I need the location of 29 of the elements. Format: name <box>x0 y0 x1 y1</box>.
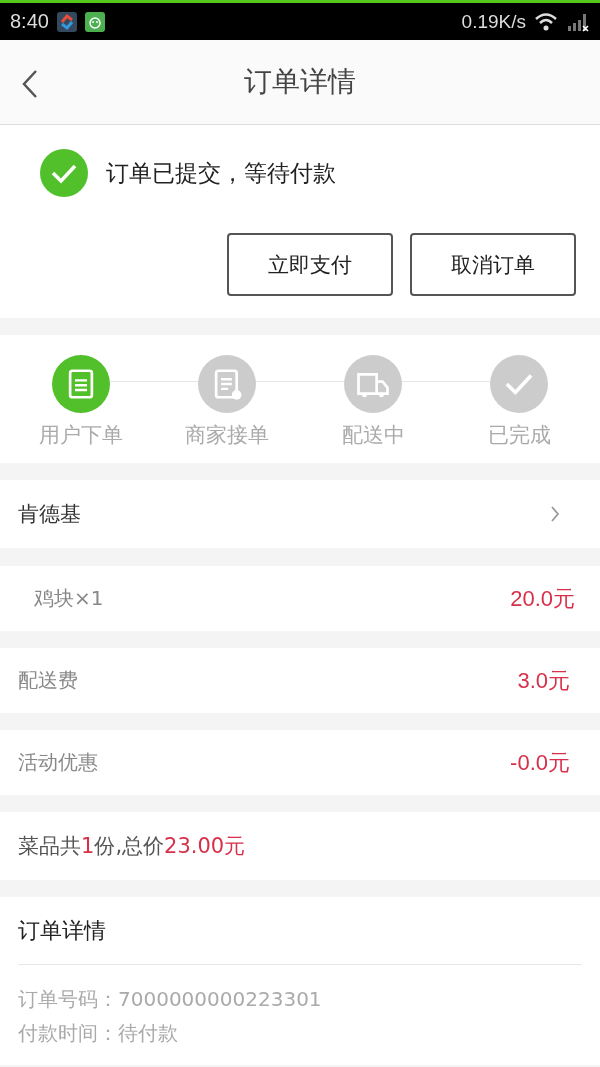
price-amount: -0.0元 <box>510 748 570 777</box>
action-button[interactable]: 取消订单 <box>410 233 576 296</box>
step-label: 商家接单 <box>185 422 269 449</box>
wifi-icon <box>534 11 558 32</box>
step-label: 已完成 <box>487 422 551 449</box>
item-name: 鸡块×1 <box>34 585 104 612</box>
network-speed: 0.19K/s <box>461 10 526 33</box>
signal-icon <box>566 11 590 32</box>
step-label: 用户下单 <box>39 422 123 449</box>
detail-line: 付款时间：待付款 <box>18 1020 179 1047</box>
section-title: 订单详情 <box>18 897 582 965</box>
order-total: 菜品共1份,总价23.00元 <box>18 833 246 860</box>
check-circle-icon <box>40 149 88 197</box>
detail-line: 订单号码：7000000000223301 <box>18 986 323 1013</box>
shop-name: 肯德基 <box>18 501 81 528</box>
android-icon <box>84 11 105 32</box>
back-icon <box>22 69 38 99</box>
status-message: 订单已提交，等待付款 <box>106 158 336 188</box>
step-label: 配送中 <box>341 422 405 449</box>
price-amount: 20.0元 <box>510 584 575 613</box>
action-button[interactable]: 立即支付 <box>227 233 393 296</box>
fee-label: 配送费 <box>18 667 78 694</box>
shop-row[interactable]: 肯德基 <box>0 480 600 548</box>
chevron-right-icon <box>550 505 560 523</box>
page-title: 订单详情 <box>244 64 356 100</box>
clock-time: 8:40 <box>10 10 49 33</box>
fee-label: 活动优惠 <box>18 749 98 776</box>
app-icon <box>56 11 77 32</box>
price-amount: 3.0元 <box>517 666 570 695</box>
